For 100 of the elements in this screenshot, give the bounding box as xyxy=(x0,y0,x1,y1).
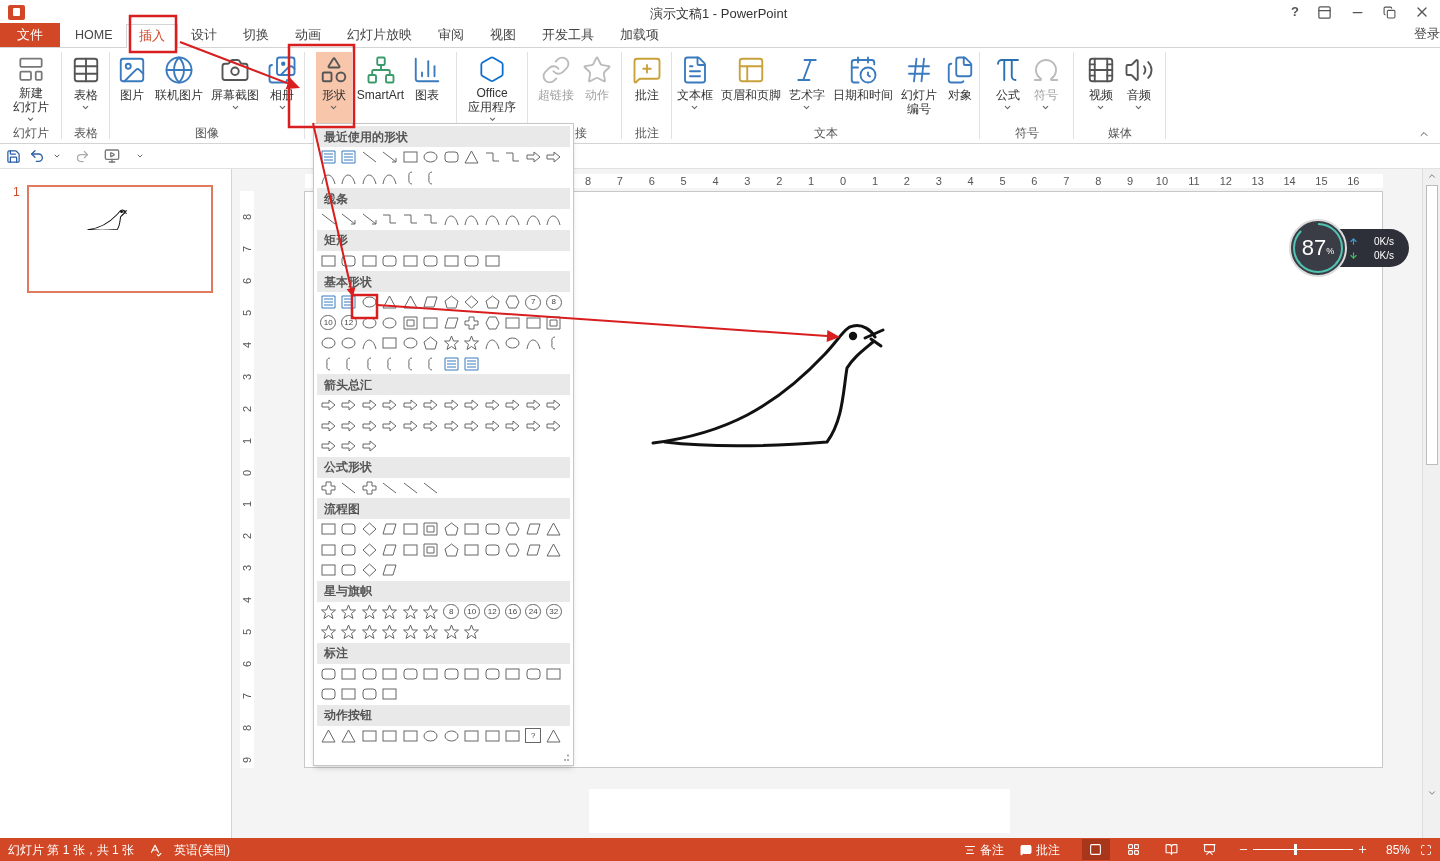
ribbon-button[interactable]: 艺术字 xyxy=(785,52,828,124)
parallelogram-icon[interactable] xyxy=(524,521,542,538)
vertical-scrollbar[interactable] xyxy=(1422,169,1440,838)
arrow-icon[interactable] xyxy=(319,397,337,414)
rounded-rectangle-icon[interactable] xyxy=(422,252,440,269)
ribbon-tab[interactable]: 动画 xyxy=(281,23,334,47)
oval-icon[interactable] xyxy=(401,335,419,352)
ribbon-tab[interactable]: 开发工具 xyxy=(528,23,607,47)
star-icon[interactable] xyxy=(463,335,481,352)
hexagon-icon[interactable] xyxy=(483,314,501,331)
star-icon[interactable] xyxy=(422,603,440,620)
oval-icon[interactable] xyxy=(319,335,337,352)
proofing-icon[interactable] xyxy=(148,842,163,857)
arrow-icon[interactable] xyxy=(360,438,378,455)
cross-icon[interactable] xyxy=(360,479,378,496)
star-icon[interactable] xyxy=(422,624,440,641)
text-icon[interactable] xyxy=(340,294,358,311)
triangle-icon[interactable] xyxy=(401,294,419,311)
fit-slide-icon[interactable] xyxy=(1420,843,1432,856)
star-icon[interactable] xyxy=(401,603,419,620)
arrow-icon[interactable] xyxy=(340,397,358,414)
rounded-rectangle-icon[interactable] xyxy=(483,521,501,538)
zoom-percent[interactable]: 85% xyxy=(1385,840,1410,859)
ribbon-button[interactable]: 屏幕截图 xyxy=(208,52,262,124)
ribbon-button[interactable]: SmartArt xyxy=(353,52,408,124)
rounded-rectangle-icon[interactable] xyxy=(340,541,358,558)
square-frame-icon[interactable] xyxy=(422,541,440,558)
star-icon[interactable] xyxy=(401,624,419,641)
rounded-rectangle-icon[interactable] xyxy=(360,665,378,682)
triangle-icon[interactable] xyxy=(545,541,563,558)
ribbon-button[interactable]: 对象 xyxy=(941,52,978,124)
rectangle-icon[interactable] xyxy=(463,727,481,744)
ribbon-button[interactable]: Office 应用程序 xyxy=(465,52,519,124)
pentagon-icon[interactable] xyxy=(442,521,460,538)
arrow-icon[interactable] xyxy=(463,397,481,414)
star-icon[interactable] xyxy=(442,335,460,352)
rounded-rectangle-icon[interactable] xyxy=(319,686,337,703)
rounded-rectangle-icon[interactable] xyxy=(340,252,358,269)
arrow-icon[interactable] xyxy=(381,397,399,414)
ribbon-button[interactable]: 页眉和页脚 xyxy=(717,52,784,124)
text-icon[interactable] xyxy=(319,149,337,166)
parallelogram-icon[interactable] xyxy=(442,314,460,331)
rounded-rectangle-icon[interactable] xyxy=(483,541,501,558)
ribbon-tab[interactable]: 切换 xyxy=(229,23,282,47)
rectangle-icon[interactable] xyxy=(401,541,419,558)
star-icon[interactable] xyxy=(442,624,460,641)
oval-icon[interactable] xyxy=(504,335,522,352)
star-icon[interactable] xyxy=(463,624,481,641)
arrow-icon[interactable] xyxy=(504,397,522,414)
diamond-icon[interactable] xyxy=(463,294,481,311)
ribbon-tab[interactable]: 文件 xyxy=(0,23,60,47)
restore-icon[interactable] xyxy=(1383,5,1396,19)
ribbon-button[interactable]: 视频 xyxy=(1082,52,1119,124)
arrow-line-icon[interactable] xyxy=(340,211,358,228)
arrow-icon[interactable] xyxy=(483,417,501,434)
arrow-icon[interactable] xyxy=(340,417,358,434)
arrow-icon[interactable] xyxy=(463,417,481,434)
ribbon-tab[interactable]: 加载项 xyxy=(606,23,672,47)
rounded-rectangle-icon[interactable] xyxy=(442,665,460,682)
triangle-icon[interactable] xyxy=(463,149,481,166)
oval-icon[interactable] xyxy=(422,727,440,744)
ribbon-button[interactable]: 新建 幻灯片 xyxy=(9,52,52,124)
cross-icon[interactable] xyxy=(463,314,481,331)
rounded-rectangle-icon[interactable] xyxy=(442,149,460,166)
oval-icon[interactable] xyxy=(381,314,399,331)
arrow-icon[interactable] xyxy=(524,397,542,414)
ribbon-button[interactable]: 形状 xyxy=(315,52,352,124)
ribbon-button[interactable]: 表格 xyxy=(67,52,104,124)
arrow-icon[interactable] xyxy=(524,417,542,434)
cross-icon[interactable] xyxy=(319,479,337,496)
undo-icon[interactable] xyxy=(29,148,45,164)
arrow-icon[interactable] xyxy=(360,397,378,414)
rectangle-icon[interactable] xyxy=(401,149,419,166)
triangle-icon[interactable] xyxy=(340,727,358,744)
caret-icon[interactable] xyxy=(53,152,61,160)
view-button[interactable] xyxy=(1081,839,1110,860)
hexagon-icon[interactable] xyxy=(504,294,522,311)
arrow-line-icon[interactable] xyxy=(381,149,399,166)
rounded-rectangle-icon[interactable] xyxy=(381,252,399,269)
zoom-thumb[interactable] xyxy=(1293,844,1297,855)
arrow-icon[interactable] xyxy=(545,397,563,414)
ribbon-button[interactable]: 联机图片 xyxy=(152,52,206,124)
rounded-rectangle-icon[interactable] xyxy=(463,252,481,269)
arrow-icon[interactable] xyxy=(545,149,563,166)
ribbon-tab[interactable]: HOME xyxy=(62,23,126,47)
ribbon-button[interactable]: 音频 xyxy=(1120,52,1157,124)
arrow-icon[interactable] xyxy=(524,149,542,166)
arrow-icon[interactable] xyxy=(401,397,419,414)
arrow-icon[interactable] xyxy=(340,438,358,455)
rounded-rectangle-icon[interactable] xyxy=(401,665,419,682)
rectangle-icon[interactable] xyxy=(401,521,419,538)
arrow-icon[interactable] xyxy=(319,438,337,455)
star-icon[interactable] xyxy=(381,624,399,641)
rectangle-icon[interactable] xyxy=(360,727,378,744)
arrow-icon[interactable] xyxy=(483,397,501,414)
rectangle-icon[interactable] xyxy=(381,335,399,352)
scroll-thumb[interactable] xyxy=(1425,185,1438,465)
scroll-down-icon[interactable] xyxy=(1426,788,1437,798)
arrow-icon[interactable] xyxy=(381,417,399,434)
arrow-icon[interactable] xyxy=(401,417,419,434)
